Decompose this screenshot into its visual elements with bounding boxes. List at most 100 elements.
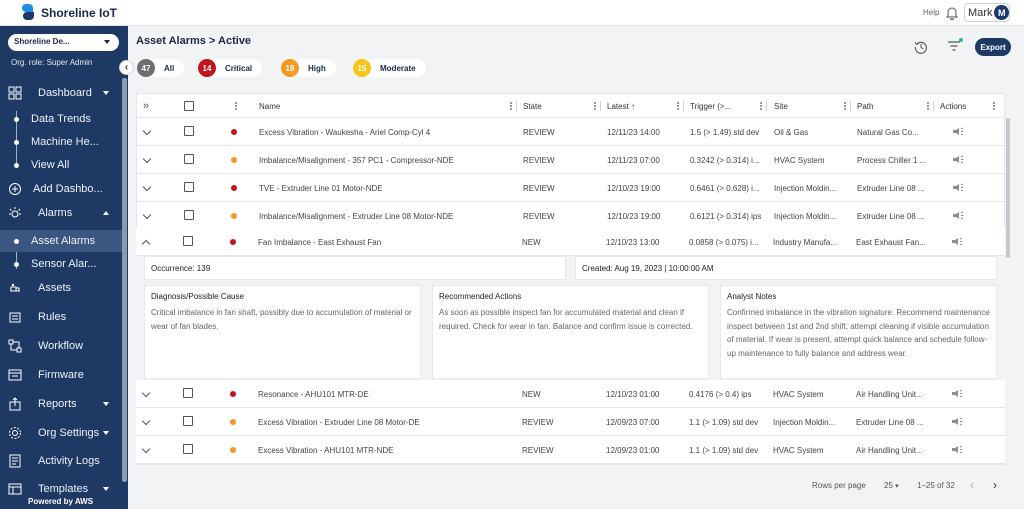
row-checkbox[interactable]	[184, 154, 194, 164]
user-menu[interactable]: Mark M	[964, 3, 1010, 22]
sidebar-item-workflow[interactable]: Workflow	[0, 335, 122, 357]
filter-icon[interactable]	[947, 40, 961, 52]
cell-name[interactable]: Excess Vibration - AHU101 MTR-NDE	[258, 446, 508, 455]
cell-name[interactable]: Imbalance/Misalignment - 357 PC1 - Compr…	[259, 156, 509, 165]
cell-name[interactable]: Resonance - AHU101 MTR-DE	[258, 390, 508, 399]
sidebar-item-view-all[interactable]: View All	[0, 154, 122, 176]
cell-trigger: 1.1 (> 1.09) std dev	[689, 418, 759, 427]
sidebar-item-sensor-alarms[interactable]: Sensor Alar...	[0, 253, 122, 275]
chip-critical[interactable]: 14 Critical	[198, 59, 263, 77]
table-scrollbar[interactable]	[1006, 118, 1010, 258]
column-divider[interactable]	[600, 101, 601, 111]
sidebar-item-activity-logs[interactable]: Activity Logs	[0, 450, 122, 472]
column-menu-icon[interactable]	[760, 102, 762, 110]
column-divider[interactable]	[850, 101, 851, 111]
expand-all-icon[interactable]: »	[143, 100, 149, 112]
acknowledge-icon[interactable]	[951, 389, 963, 398]
sidebar-item-machine-health[interactable]: Machine He...	[0, 131, 122, 153]
sidebar-item-rules[interactable]: Rules	[0, 306, 122, 328]
column-site[interactable]: Site	[774, 102, 788, 111]
select-all-checkbox[interactable]	[184, 101, 194, 111]
sidebar-item-dashboard[interactable]: Dashboard	[0, 82, 122, 104]
cell-latest: 12/10/23 19:00	[607, 212, 661, 221]
chevron-down-icon[interactable]	[141, 416, 151, 426]
table-row[interactable]: Imbalance/Misalignment - Extruder Line 0…	[137, 202, 1006, 230]
table-row[interactable]: Resonance - AHU101 MTR-DE NEW 12/10/23 0…	[136, 380, 1005, 408]
org-select[interactable]: Shoreline De...	[8, 34, 119, 51]
sidebar-scrollbar[interactable]	[122, 78, 127, 482]
cell-name[interactable]: Excess Vibration - Waukesha - Ariel Comp…	[259, 128, 509, 137]
column-path[interactable]: Path	[857, 102, 873, 111]
column-divider[interactable]	[933, 101, 934, 111]
table-row[interactable]: Excess Vibration - Extruder Line 08 Moto…	[136, 408, 1005, 436]
row-checkbox[interactable]	[183, 444, 193, 454]
row-checkbox[interactable]	[183, 236, 193, 246]
chip-moderate[interactable]: 15 Moderate	[353, 59, 426, 77]
acknowledge-icon[interactable]	[952, 155, 964, 164]
acknowledge-icon[interactable]	[951, 237, 963, 246]
next-page-button[interactable]: ›	[993, 478, 997, 492]
acknowledge-icon[interactable]	[951, 417, 963, 426]
column-divider[interactable]	[516, 101, 517, 111]
column-menu-icon[interactable]	[594, 102, 596, 110]
sidebar-item-asset-alarms[interactable]: Asset Alarms	[0, 230, 122, 252]
table-row[interactable]: Excess Vibration - Waukesha - Ariel Comp…	[137, 118, 1006, 146]
chevron-down-icon[interactable]	[142, 126, 152, 136]
cell-name[interactable]: Fan Imbalance - East Exhaust Fan	[258, 238, 508, 247]
help-link[interactable]: Help	[923, 8, 939, 17]
sidebar-item-data-trends[interactable]: Data Trends	[0, 108, 122, 130]
acknowledge-icon[interactable]	[951, 445, 963, 454]
previous-page-button[interactable]: ‹	[970, 478, 974, 492]
chevron-down-icon[interactable]	[142, 182, 152, 192]
table-row[interactable]: Imbalance/Misalignment - 357 PC1 - Compr…	[137, 146, 1006, 174]
row-checkbox[interactable]	[183, 388, 193, 398]
bell-icon[interactable]	[945, 6, 959, 20]
column-state[interactable]: State	[523, 102, 542, 111]
column-menu-icon[interactable]	[510, 102, 512, 110]
column-divider[interactable]	[683, 101, 684, 111]
row-checkbox[interactable]	[184, 126, 194, 136]
column-menu-icon[interactable]	[993, 102, 995, 110]
chip-high[interactable]: 18 High	[281, 59, 336, 77]
column-latest[interactable]: Latest ↑	[607, 102, 635, 111]
sidebar-item-assets[interactable]: Assets	[0, 277, 122, 299]
acknowledge-icon[interactable]	[952, 211, 964, 220]
sidebar-item-add-dashboard[interactable]: Add Dashbo...	[0, 178, 122, 200]
sidebar-item-firmware[interactable]: Firmware	[0, 364, 122, 386]
chevron-down-icon[interactable]	[141, 444, 151, 454]
column-name[interactable]: Name	[259, 102, 280, 111]
acknowledge-icon[interactable]	[952, 183, 964, 192]
cell-name[interactable]: TVE - Extruder Line 01 Motor-NDE	[259, 184, 509, 193]
cell-name[interactable]: Imbalance/Misalignment - Extruder Line 0…	[259, 212, 509, 221]
chevron-down-icon[interactable]	[141, 388, 151, 398]
rows-per-page-select[interactable]: 25 ▾	[884, 481, 899, 490]
table-row[interactable]: Fan Imbalance - East Exhaust Fan NEW 12/…	[136, 228, 1005, 256]
chevron-down-icon[interactable]	[142, 210, 152, 220]
chip-all[interactable]: 47 All	[137, 59, 185, 77]
row-checkbox[interactable]	[184, 210, 194, 220]
table-row[interactable]: Excess Vibration - AHU101 MTR-NDE REVIEW…	[136, 436, 1005, 464]
column-menu-icon[interactable]	[235, 102, 237, 110]
history-icon[interactable]	[914, 40, 928, 54]
cell-name[interactable]: Excess Vibration - Extruder Line 08 Moto…	[258, 418, 508, 427]
bullet-icon	[14, 163, 19, 168]
column-menu-icon[interactable]	[927, 102, 929, 110]
export-button[interactable]: Export	[975, 38, 1011, 56]
chevron-down-icon[interactable]	[142, 154, 152, 164]
column-menu-icon[interactable]	[844, 102, 846, 110]
page-range: 1–25 of 32	[917, 481, 955, 490]
row-checkbox[interactable]	[184, 182, 194, 192]
column-trigger[interactable]: Trigger (>...	[690, 102, 731, 111]
column-menu-icon[interactable]	[677, 102, 679, 110]
sidebar-item-org-settings[interactable]: Org Settings	[0, 422, 122, 444]
table-row[interactable]: TVE - Extruder Line 01 Motor-NDE REVIEW …	[137, 174, 1006, 202]
collapse-sidebar-button[interactable]: ‹	[119, 60, 134, 75]
cell-state: REVIEW	[522, 446, 554, 455]
row-checkbox[interactable]	[183, 416, 193, 426]
acknowledge-icon[interactable]	[952, 127, 964, 136]
app-logo[interactable]: Shoreline IoT	[20, 3, 117, 22]
sidebar-item-alarms[interactable]: Alarms	[0, 202, 122, 224]
sidebar-item-reports[interactable]: Reports	[0, 393, 122, 415]
chevron-up-icon[interactable]	[141, 239, 151, 249]
column-divider[interactable]	[766, 101, 767, 111]
